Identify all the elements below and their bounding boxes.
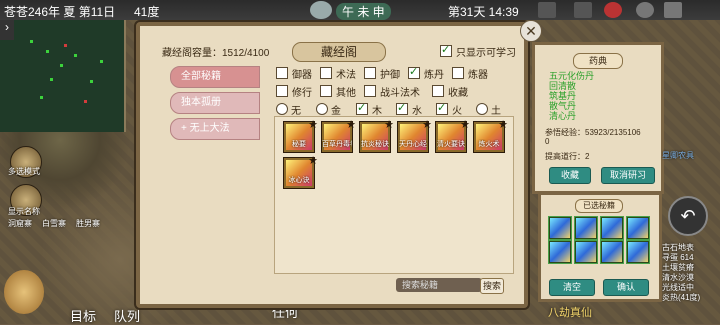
collect-button[interactable]: 收藏 [549,167,591,184]
filter-type-4[interactable]: 炼丹 [408,65,444,81]
place-label-3: 胜男寨 [76,219,100,228]
filter-type-6[interactable]: 修行 [276,84,312,99]
message-icon[interactable] [574,2,592,18]
search-input[interactable]: 搜索秘籍 [396,278,482,292]
pill-list: 五元化伤丹 回清散 筑基丹 散气丹 清心丹 [549,71,595,121]
settings-gear-icon[interactable] [636,2,654,18]
temperature-label: 41度 [134,5,160,19]
selected-item[interactable] [575,241,597,263]
element-wood[interactable]: 木 [356,101,382,117]
show-learnable-toggle[interactable]: 只显示可学习 [440,43,516,59]
clear-button[interactable]: 清空 [549,279,595,296]
place-label-1: 洞窟寨 [8,219,32,228]
selected-item[interactable] [601,241,623,263]
filter-type-3[interactable]: 护御 [364,66,400,81]
close-icon[interactable]: ✕ [520,20,542,42]
search-button[interactable]: 搜索 [480,278,504,294]
scripture-item[interactable]: ★ 清火要诀 [436,119,470,152]
menu-icon[interactable] [664,2,682,18]
side-info-7: 炎热(41度) [662,293,701,302]
element-water[interactable]: 水 [396,101,422,117]
shichen-label: 午 未 申 [336,3,391,20]
selected-item[interactable] [549,241,571,263]
selected-item[interactable] [627,217,649,239]
element-fire[interactable]: 火 [436,101,462,117]
info-title: 药典 [573,53,623,69]
scripture-pavilion-panel: 藏经阁容量：1512/4100 藏经阁 只显示可学习 全部秘籍 独本孤册 + 无… [136,22,528,308]
capacity-label: 藏经阁容量：1512/4100 [162,48,270,59]
target-button[interactable]: 目标 [70,306,96,325]
filter-type-1[interactable]: 御器 [276,66,312,81]
scripture-item[interactable]: ★ 冰心诀 [284,155,318,188]
selected-item[interactable] [601,217,623,239]
side-info-1: 星卿农具 [662,151,694,160]
gourd-icon[interactable] [4,270,44,314]
selected-item[interactable] [627,241,649,263]
selected-item[interactable] [575,217,597,239]
selected-title: 已选秘籍 [575,199,623,213]
tab-supreme[interactable]: + 无上大法 [170,118,260,140]
scripture-item[interactable]: ★ 天丹心经 [398,119,432,152]
realm-label: 八劫真仙 [548,307,592,319]
team-button[interactable]: 队列 [114,306,140,325]
tab-unique[interactable]: 独本孤册 [170,92,260,114]
scripture-item[interactable]: ★ 抗炎秘诀 [360,119,394,152]
selected-item[interactable] [549,217,571,239]
top-status-bar: 苍苍246年 夏 第11日 41度 午 未 申 第31天 14:39 [0,0,720,20]
filter-type-5[interactable]: 炼器 [452,66,488,81]
collapse-arrow-icon[interactable]: › [0,20,14,40]
scripture-item[interactable]: ★百草丹毒卷 [322,119,356,152]
back-arrow-icon[interactable]: ↶ [668,196,708,236]
scripture-item[interactable]: ★ 秘要 [284,119,318,152]
cancel-study-button[interactable]: 取消研习 [601,167,655,184]
checkbox-icon[interactable] [440,43,452,57]
multi-select-label: 多选模式 [8,167,40,176]
dao-label: 提高道行：2 [545,152,590,161]
category-tabs: 全部秘籍 独本孤册 + 无上大法 [170,66,260,144]
panel-title: 藏经阁 [292,42,386,62]
day-time-label: 第31天 14:39 [448,5,519,19]
element-metal[interactable]: 金 [316,102,341,117]
show-names-label: 显示名称 [8,207,40,216]
exp-label: 参悟经验：53923/2135106 [545,128,641,137]
element-none[interactable]: 无 [276,102,301,117]
place-label-2: 白雪寨 [42,219,66,228]
season-icon[interactable] [310,1,332,19]
pill-info-panel: 药典 五元化伤丹 回清散 筑基丹 散气丹 清心丹 参悟经验：53923/2135106 … [532,42,664,194]
scripture-item[interactable]: ★ 炼火术 [474,119,508,152]
filter-type-9[interactable]: 收藏 [432,84,468,99]
filter-type-2[interactable]: 术法 [320,66,356,81]
minimap[interactable]: › [0,20,126,132]
exp-label-cont: 0 [545,137,550,146]
date-label: 苍苍246年 夏 第11日 [4,5,116,19]
confirm-button[interactable]: 确认 [603,279,649,296]
filter-type-8[interactable]: 战斗法术 [364,84,420,99]
tab-all[interactable]: 全部秘籍 [170,66,260,88]
map-icon[interactable] [538,2,556,18]
filter-type-7[interactable]: 其他 [320,84,356,99]
event-icon[interactable] [604,2,622,18]
selected-scriptures-panel: 已选秘籍 清空 确认 [538,192,662,302]
element-earth[interactable]: 土 [476,102,501,117]
